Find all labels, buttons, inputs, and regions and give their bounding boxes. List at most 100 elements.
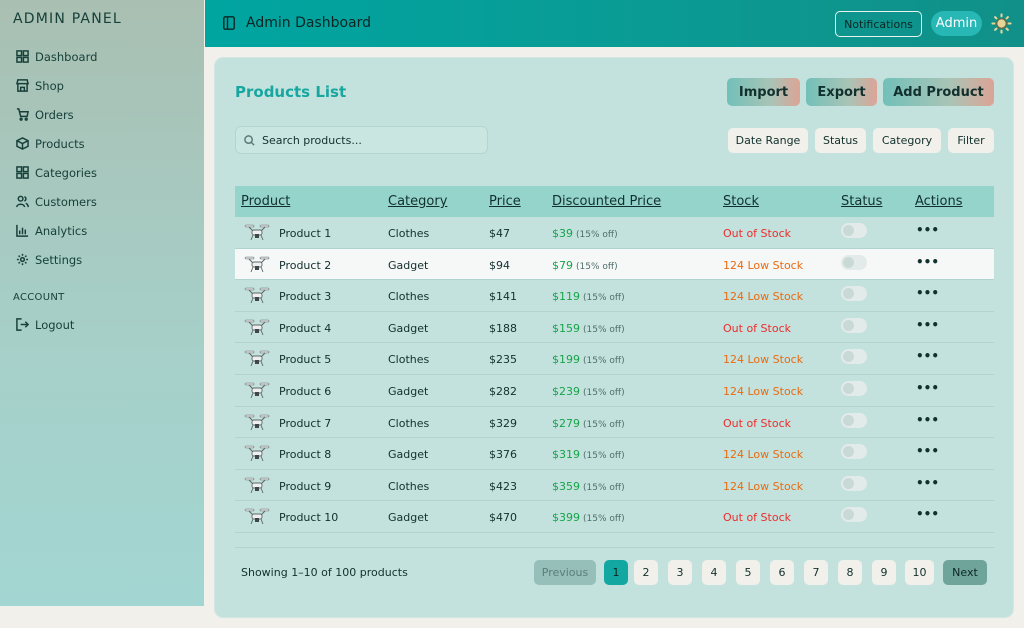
more-actions-icon[interactable]: ••• bbox=[916, 413, 939, 427]
status-toggle[interactable] bbox=[841, 254, 867, 270]
status-toggle[interactable] bbox=[841, 223, 867, 238]
page-button[interactable]: 9 bbox=[872, 560, 896, 585]
discounted-price: $119 bbox=[552, 290, 580, 304]
logout-button[interactable]: Logout bbox=[16, 310, 74, 339]
page-button[interactable]: 10 bbox=[905, 560, 934, 585]
status-toggle[interactable] bbox=[841, 380, 867, 396]
product-name[interactable]: Product 7 bbox=[279, 417, 331, 430]
page-button[interactable]: 6 bbox=[770, 560, 794, 585]
sun-icon[interactable] bbox=[991, 13, 1012, 34]
product-name[interactable]: Product 3 bbox=[279, 290, 331, 303]
product-price: $188 bbox=[489, 321, 517, 335]
more-actions-icon[interactable]: ••• bbox=[916, 381, 939, 395]
page-button[interactable]: 3 bbox=[668, 560, 692, 585]
column-header-stock[interactable]: Stock bbox=[723, 194, 759, 209]
sidebar-item-settings[interactable]: Settings bbox=[16, 245, 97, 274]
status-toggle[interactable] bbox=[841, 317, 867, 333]
next-page-button[interactable]: Next bbox=[943, 560, 987, 585]
table-row[interactable]: Product 1 Clothes $47 $39 (15% off) Out of St… bbox=[235, 217, 994, 249]
sidebar-item-customers[interactable]: Customers bbox=[16, 187, 97, 216]
product-price: $282 bbox=[489, 384, 517, 398]
sidebar-item-orders[interactable]: Orders bbox=[16, 100, 97, 129]
table-row[interactable]: Product 6 Gadget $282 $239 (15% off) 124 Low … bbox=[235, 375, 994, 407]
status-toggle[interactable] bbox=[841, 444, 867, 460]
status-toggle[interactable] bbox=[841, 412, 867, 428]
column-header-category[interactable]: Category bbox=[388, 194, 447, 209]
product-category: Clothes bbox=[388, 416, 430, 430]
sidebar-item-label: Orders bbox=[35, 107, 74, 122]
sidebar: ADMIN PANEL Dashboard Shop Orders Produc… bbox=[0, 0, 204, 606]
discounted-price-cell: $399 (15% off) bbox=[552, 511, 625, 524]
grid-icon bbox=[16, 50, 29, 63]
filter-button[interactable]: Filter bbox=[948, 128, 994, 153]
date-range-filter-button[interactable]: Date Range bbox=[728, 128, 808, 153]
table-row[interactable]: Product 2 Gadget $94 $79 (15% off) 124 Low St… bbox=[235, 248, 994, 281]
status-toggle[interactable] bbox=[841, 475, 867, 491]
users-icon bbox=[16, 195, 29, 208]
discounted-price: $239 bbox=[552, 384, 580, 398]
product-name[interactable]: Product 9 bbox=[279, 480, 331, 493]
status-toggle[interactable] bbox=[841, 286, 867, 302]
product-name[interactable]: Product 1 bbox=[279, 227, 331, 240]
export-button[interactable]: Export bbox=[806, 78, 877, 106]
sidebar-item-analytics[interactable]: Analytics bbox=[16, 216, 97, 245]
status-filter-button[interactable]: Status bbox=[815, 128, 866, 153]
product-price: $470 bbox=[489, 511, 517, 525]
logout-icon bbox=[16, 318, 29, 331]
more-actions-icon[interactable]: ••• bbox=[916, 507, 939, 521]
more-actions-icon[interactable]: ••• bbox=[916, 223, 939, 237]
discounted-price-cell: $359 (15% off) bbox=[552, 480, 625, 493]
status-toggle[interactable] bbox=[841, 349, 867, 365]
product-name[interactable]: Product 10 bbox=[279, 511, 338, 524]
sidebar-item-categories[interactable]: Categories bbox=[16, 158, 97, 187]
search-input[interactable] bbox=[262, 133, 462, 147]
discount-percent: (15% off) bbox=[583, 451, 625, 462]
page-button[interactable]: 7 bbox=[804, 560, 828, 585]
add-product-button[interactable]: Add Product bbox=[883, 78, 994, 106]
product-name[interactable]: Product 4 bbox=[279, 322, 331, 335]
sidebar-toggle-icon[interactable] bbox=[223, 16, 235, 30]
category-filter-button[interactable]: Category bbox=[873, 128, 941, 153]
discounted-price: $319 bbox=[552, 448, 580, 462]
table-row[interactable]: Product 10 Gadget $470 $399 (15% off) Out of … bbox=[235, 501, 994, 533]
more-actions-icon[interactable]: ••• bbox=[916, 349, 939, 363]
page-button[interactable]: 5 bbox=[736, 560, 760, 585]
sidebar-item-products[interactable]: Products bbox=[16, 129, 97, 158]
page-button[interactable]: 2 bbox=[634, 560, 658, 585]
page-button-current[interactable]: 1 bbox=[604, 560, 628, 585]
table-row[interactable]: Product 7 Clothes $329 $279 (15% off) Out of … bbox=[235, 407, 994, 439]
product-name[interactable]: Product 2 bbox=[279, 259, 331, 272]
table-row[interactable]: Product 3 Clothes $141 $119 (15% off) 124 Low… bbox=[235, 280, 994, 312]
stock-status: 124 Low Stock bbox=[723, 448, 804, 462]
more-actions-icon[interactable]: ••• bbox=[916, 286, 939, 300]
table-row[interactable]: Product 4 Gadget $188 $159 (15% off) Out of S… bbox=[235, 312, 994, 344]
more-actions-icon[interactable]: ••• bbox=[916, 476, 939, 490]
column-header-actions[interactable]: Actions bbox=[915, 194, 963, 209]
sidebar-item-shop[interactable]: Shop bbox=[16, 71, 97, 100]
more-actions-icon[interactable]: ••• bbox=[916, 444, 939, 458]
notifications-button[interactable]: Notifications bbox=[835, 11, 922, 37]
more-actions-icon[interactable]: ••• bbox=[916, 255, 939, 269]
previous-page-button[interactable]: Previous bbox=[534, 560, 596, 585]
admin-user-button[interactable]: Admin bbox=[931, 11, 982, 36]
column-header-discounted-price[interactable]: Discounted Price bbox=[552, 194, 661, 209]
product-name[interactable]: Product 6 bbox=[279, 385, 331, 398]
sidebar-item-dashboard[interactable]: Dashboard bbox=[16, 42, 97, 71]
table-row[interactable]: Product 8 Gadget $376 $319 (15% off) 124 Low … bbox=[235, 438, 994, 470]
discounted-price-cell: $79 (15% off) bbox=[552, 259, 618, 272]
page-button[interactable]: 8 bbox=[838, 560, 862, 585]
page-button[interactable]: 4 bbox=[702, 560, 726, 585]
sidebar-item-label: Categories bbox=[35, 165, 97, 180]
table-row[interactable]: Product 5 Clothes $235 $199 (15% off) 124 Low… bbox=[235, 343, 994, 375]
table-row[interactable]: Product 9 Clothes $423 $359 (15% off) 124 Low… bbox=[235, 470, 994, 502]
product-price: $423 bbox=[489, 479, 517, 493]
status-toggle[interactable] bbox=[841, 507, 867, 523]
column-header-product[interactable]: Product bbox=[241, 194, 290, 209]
brand-title: ADMIN PANEL bbox=[13, 11, 122, 27]
more-actions-icon[interactable]: ••• bbox=[916, 318, 939, 332]
import-button[interactable]: Import bbox=[727, 78, 800, 106]
column-header-price[interactable]: Price bbox=[489, 194, 521, 209]
column-header-status[interactable]: Status bbox=[841, 194, 882, 209]
product-name[interactable]: Product 8 bbox=[279, 448, 331, 461]
product-name[interactable]: Product 5 bbox=[279, 353, 331, 366]
